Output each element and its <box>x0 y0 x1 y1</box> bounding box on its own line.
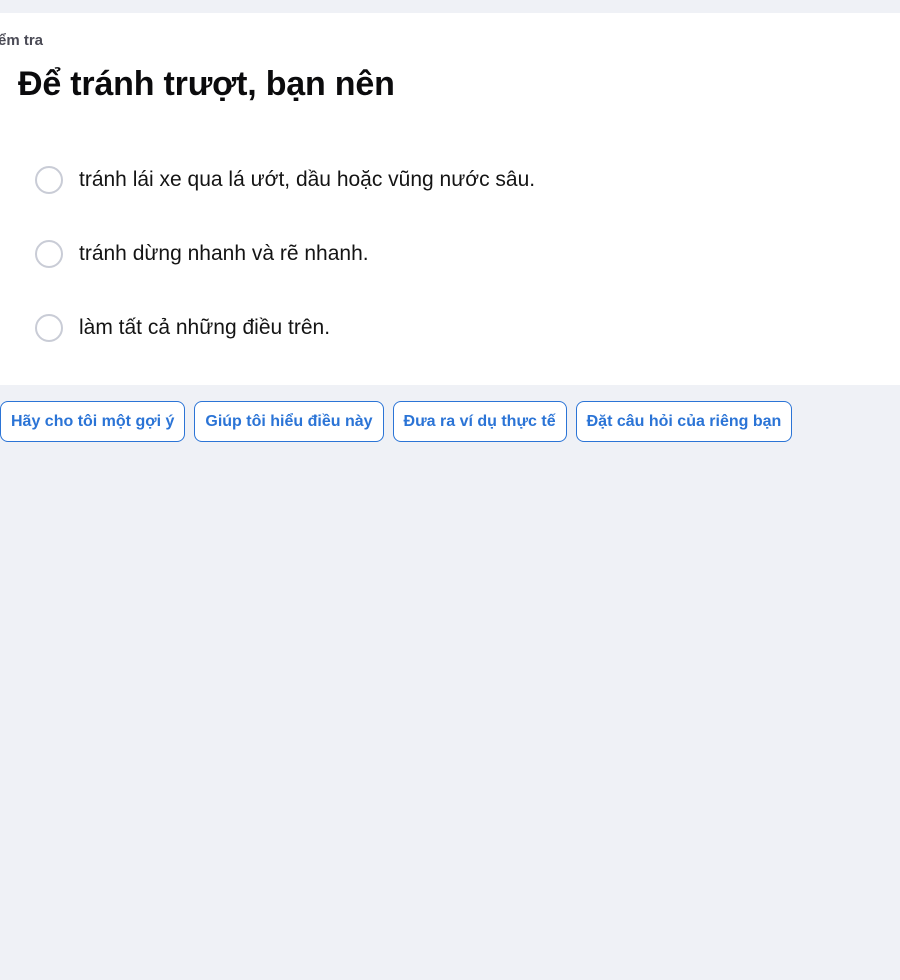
card-label-text: Kiểm tra <box>0 32 44 49</box>
answer-options: tránh lái xe qua lá ướt, dầu hoặc vũng n… <box>35 165 535 387</box>
answer-option-3[interactable]: làm tất cả những điều trên. <box>35 313 535 343</box>
card-label: Kiểm tra <box>0 32 60 49</box>
radio-button[interactable] <box>35 166 63 194</box>
ask-own-question-button[interactable]: Đặt câu hỏi của riêng bạn <box>575 401 793 442</box>
example-button[interactable]: Đưa ra ví dụ thực tế <box>392 401 567 442</box>
explain-button[interactable]: Giúp tôi hiểu điều này <box>194 401 384 442</box>
question-title: Để tránh trượt, bạn nên <box>18 65 395 103</box>
suggestion-chips: Hãy cho tôi một gợi ý Giúp tôi hiểu điều… <box>0 401 793 442</box>
answer-option-1[interactable]: tránh lái xe qua lá ướt, dầu hoặc vũng n… <box>35 165 535 195</box>
question-card: Để tránh trượt, bạn nên tránh lái xe qua… <box>0 13 900 385</box>
hint-button[interactable]: Hãy cho tôi một gợi ý <box>0 401 186 442</box>
answer-option-2[interactable]: tránh dừng nhanh và rẽ nhanh. <box>35 239 535 269</box>
answer-option-label: tránh lái xe qua lá ướt, dầu hoặc vũng n… <box>79 168 536 191</box>
radio-button[interactable] <box>35 314 63 342</box>
answer-option-label: tránh dừng nhanh và rẽ nhanh. <box>79 242 369 265</box>
radio-button[interactable] <box>35 240 63 268</box>
answer-option-label: làm tất cả những điều trên. <box>79 316 331 339</box>
page: Để tránh trượt, bạn nên tránh lái xe qua… <box>0 0 900 980</box>
